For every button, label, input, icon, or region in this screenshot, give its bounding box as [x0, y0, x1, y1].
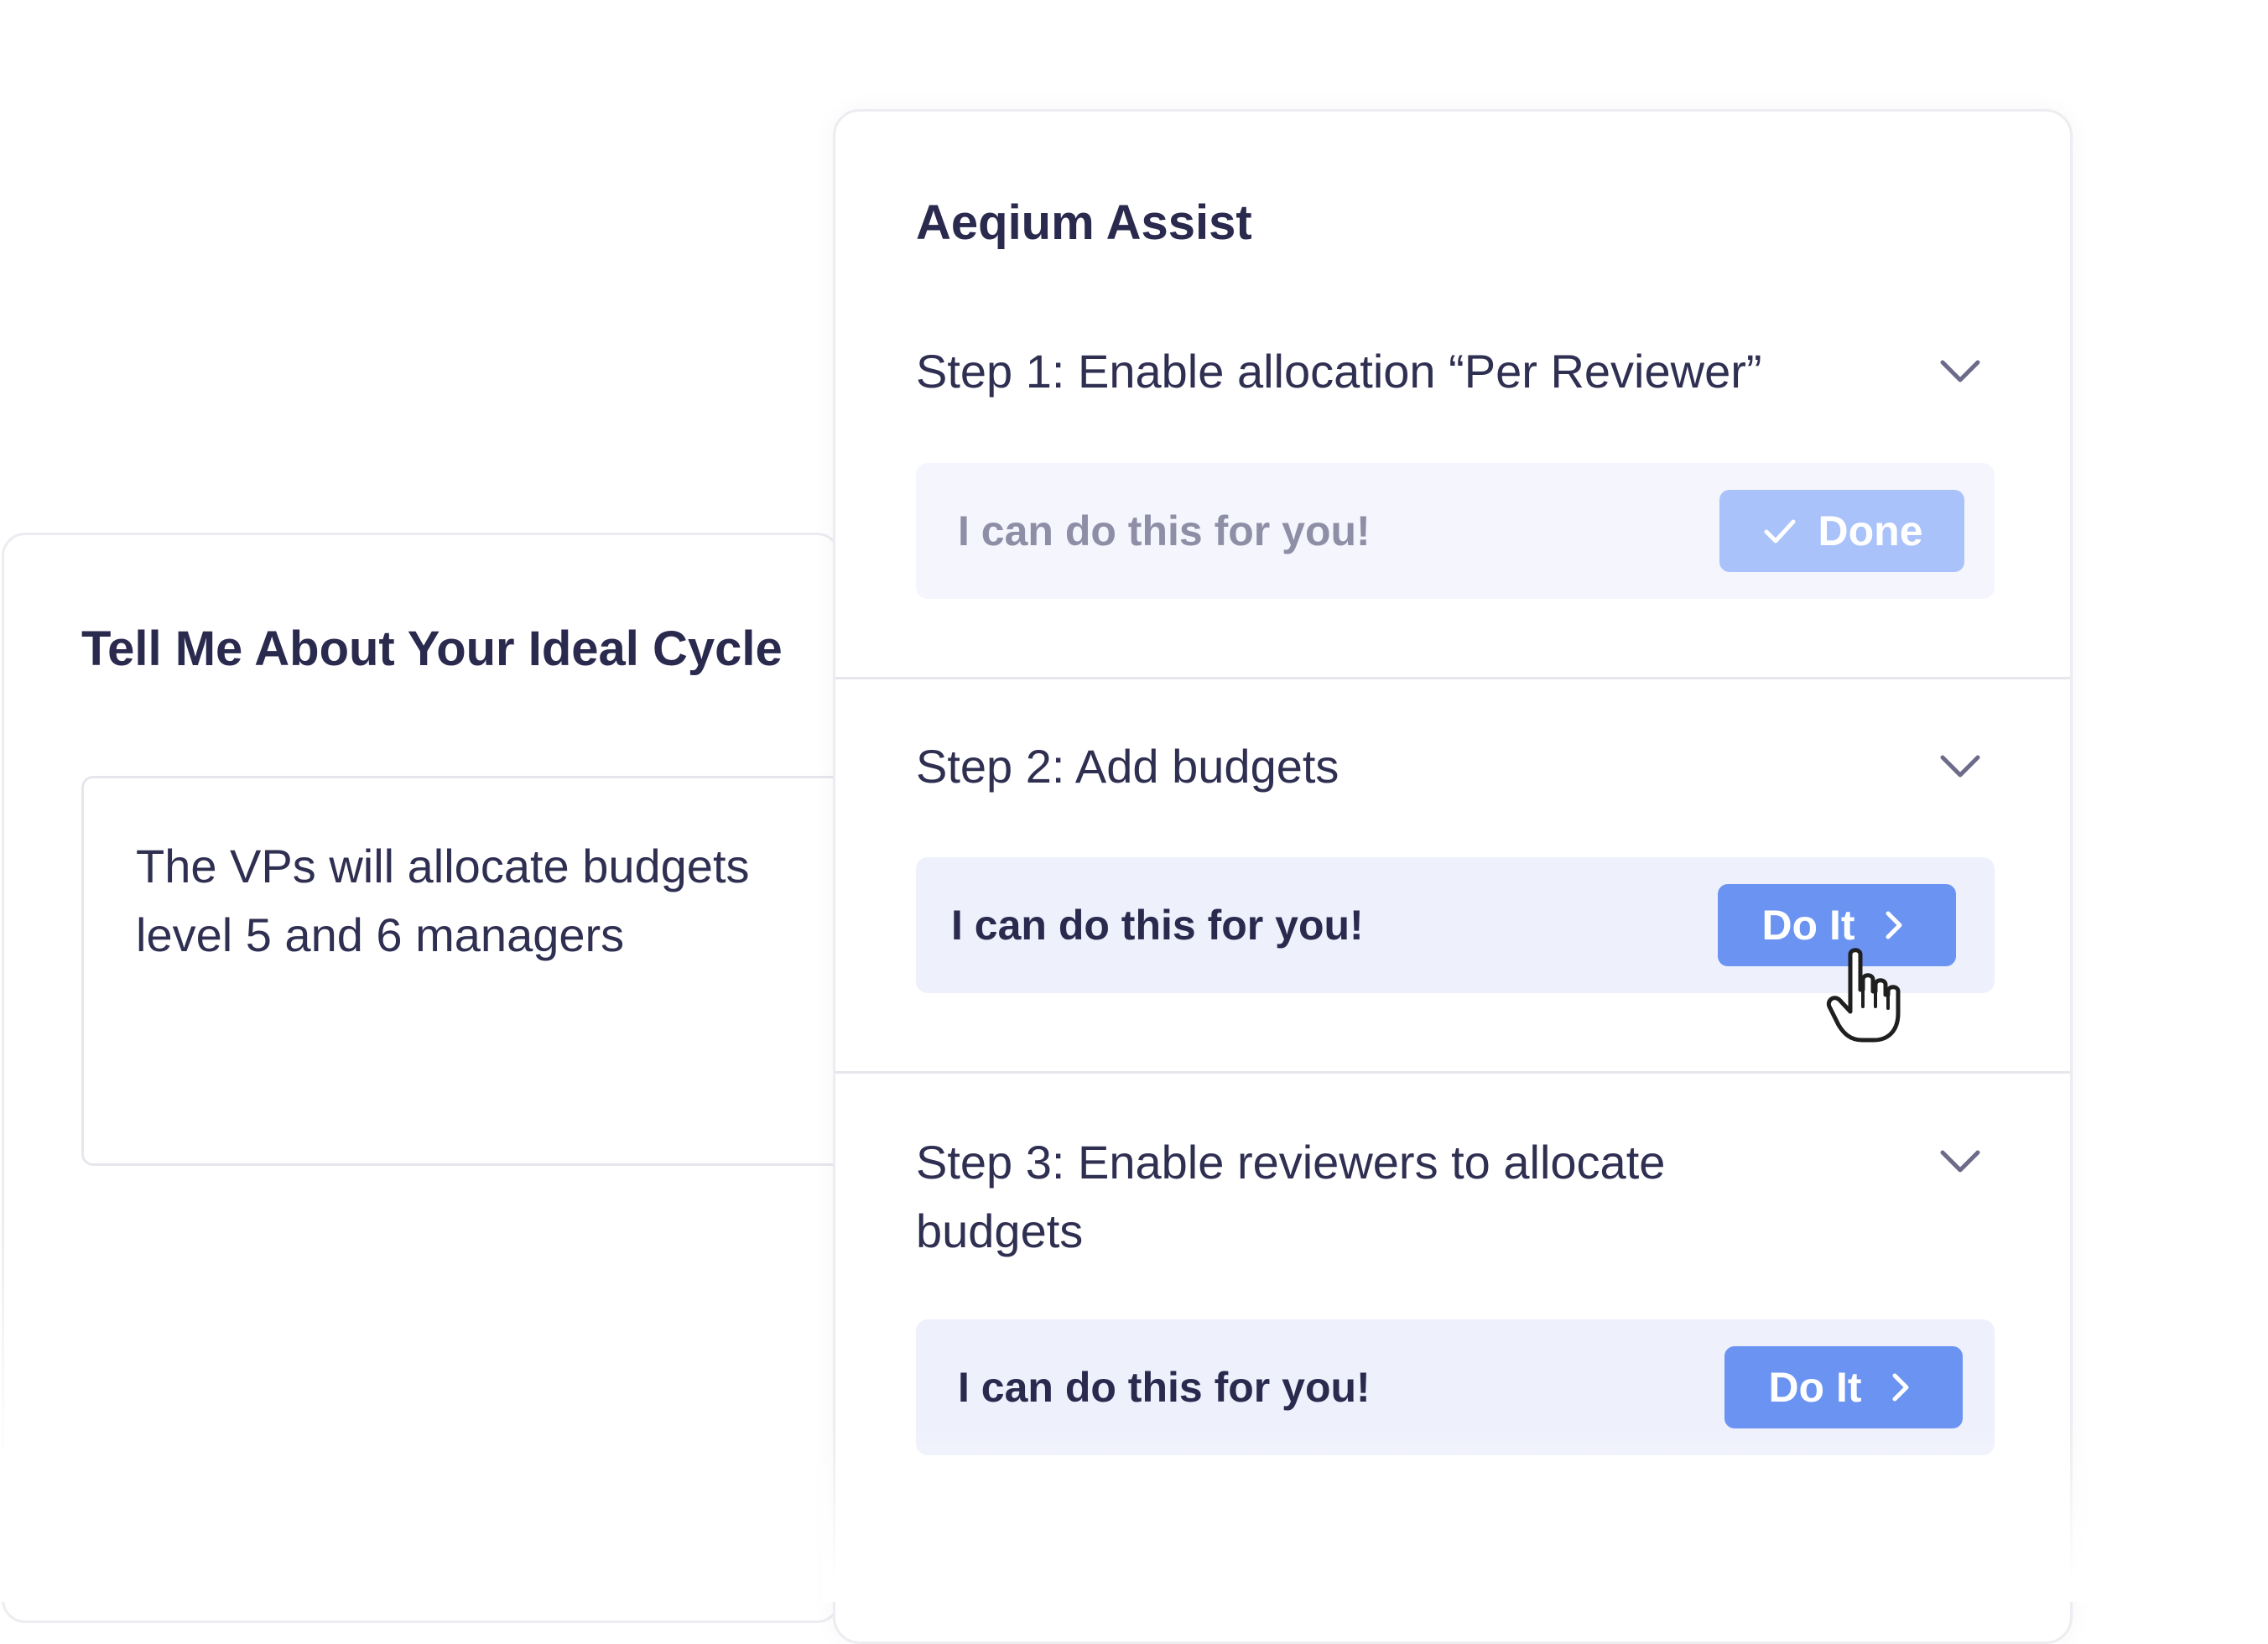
chevron-down-icon[interactable] — [1939, 1149, 1981, 1174]
step-1-done-button[interactable]: Done — [1719, 490, 1964, 572]
step-divider — [835, 1071, 2070, 1074]
step-1-action-bar: I can do this for you! Done — [916, 463, 1995, 599]
step-3-button-label: Do It — [1768, 1364, 1862, 1411]
step-1-action-text: I can do this for you! — [958, 507, 1371, 554]
step-2-button-label: Do It — [1761, 902, 1855, 949]
step-3-action-text: I can do this for you! — [958, 1364, 1371, 1411]
ideal-cycle-input-text[interactable]: The VPs will allocate budgets level 5 an… — [136, 832, 840, 970]
hand-pointer-icon — [1825, 946, 1909, 1047]
step-1-button-label: Done — [1818, 507, 1923, 554]
step-3-do-it-button[interactable]: Do It — [1724, 1346, 1963, 1428]
step-2-action-text: I can do this for you! — [951, 902, 1364, 949]
step-3-title[interactable]: Step 3: Enable reviewers to allocate bud… — [916, 1128, 1839, 1266]
chevron-down-icon[interactable] — [1939, 359, 1981, 384]
assist-title: Aeqium Assist — [916, 195, 1252, 250]
step-1-title[interactable]: Step 1: Enable allocation “Per Reviewer” — [916, 337, 1762, 406]
check-icon — [1761, 512, 1798, 549]
chevron-down-icon[interactable] — [1939, 754, 1981, 779]
step-divider — [835, 677, 2070, 679]
step-2-title[interactable]: Step 2: Add budgets — [916, 732, 1339, 801]
assist-panel-fade — [822, 1426, 2089, 1602]
ideal-cycle-fade — [0, 1216, 847, 1602]
ideal-cycle-title: Tell Me About Your Ideal Cycle — [81, 622, 783, 676]
chevron-right-icon — [1875, 907, 1912, 944]
chevron-right-icon — [1882, 1369, 1919, 1406]
